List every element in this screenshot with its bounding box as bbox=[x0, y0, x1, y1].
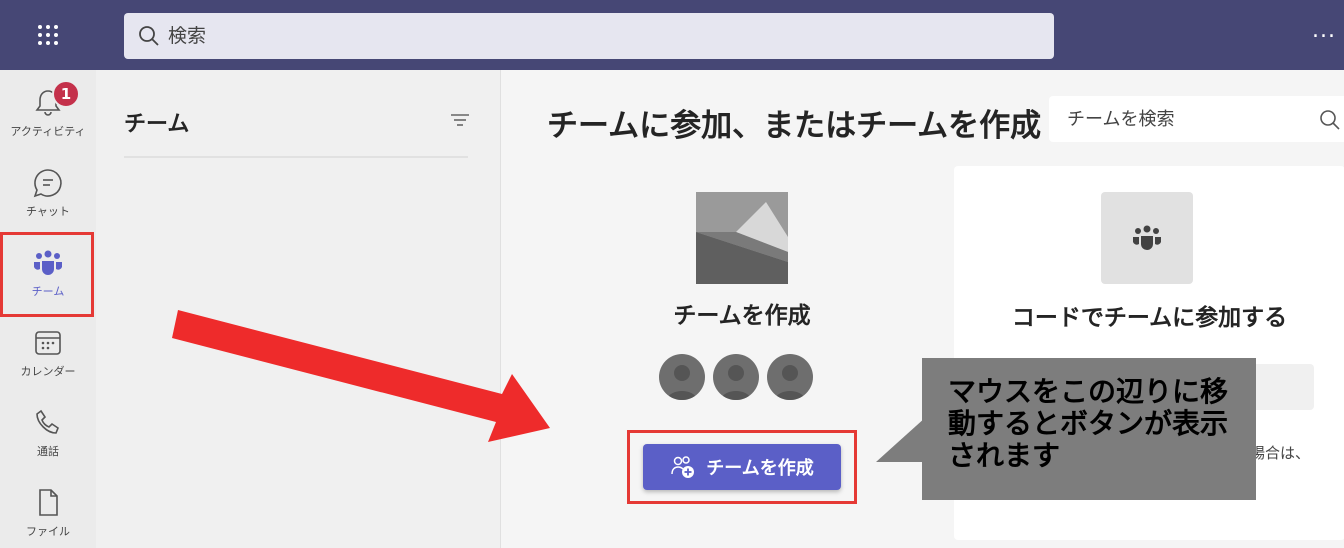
teams-panel-title: チーム bbox=[124, 112, 190, 137]
app-launcher-button[interactable] bbox=[0, 0, 96, 70]
filter-icon[interactable] bbox=[448, 110, 472, 130]
join-with-code-label: コードでチームに参加する bbox=[1011, 305, 1288, 331]
rail-item-chat[interactable]: チャット bbox=[0, 154, 96, 232]
rail-item-label: 通話 bbox=[37, 445, 59, 458]
notification-badge: 1 bbox=[52, 80, 80, 108]
annotation-arrow bbox=[172, 310, 550, 442]
join-team-thumbnail bbox=[1101, 192, 1193, 284]
avatar bbox=[767, 354, 813, 400]
rail-item-files[interactable]: ファイル bbox=[0, 474, 96, 548]
callout-text: マウスをこの辺りに移動するとボタンが表示されます bbox=[948, 375, 1229, 472]
team-search[interactable] bbox=[1049, 96, 1344, 142]
rail-item-label: チャット bbox=[26, 205, 70, 218]
placeholder-image-icon bbox=[696, 192, 788, 284]
calendar-icon bbox=[35, 331, 61, 355]
create-team-label: チームを作成 bbox=[673, 303, 811, 329]
global-search[interactable] bbox=[124, 13, 1054, 59]
team-thumbnail-image bbox=[696, 192, 788, 284]
global-search-input[interactable] bbox=[168, 25, 768, 47]
rail-item-activity[interactable]: 1 アクティビティ bbox=[0, 74, 96, 152]
file-icon bbox=[39, 489, 58, 516]
search-icon[interactable] bbox=[1319, 109, 1341, 131]
rail-item-label: ファイル bbox=[26, 525, 70, 538]
team-search-input[interactable] bbox=[1067, 108, 1307, 130]
member-avatars bbox=[659, 354, 829, 402]
person-icon bbox=[775, 365, 805, 400]
person-icon bbox=[721, 365, 751, 400]
chat-icon bbox=[33, 169, 62, 198]
annotation-callout: マウスをこの辺りに移動するとボタンが表示されます bbox=[876, 358, 1256, 500]
divider bbox=[124, 156, 468, 158]
rail-item-label: カレンダー bbox=[20, 365, 76, 378]
top-bar: ... bbox=[0, 0, 1344, 70]
page-title: チームに参加、またはチームを作成 bbox=[547, 108, 1042, 144]
waffle-icon bbox=[38, 25, 58, 45]
rail-item-label: アクティビティ bbox=[10, 125, 86, 138]
rail-item-calendar[interactable]: カレンダー bbox=[0, 314, 96, 392]
more-options-button[interactable]: ... bbox=[1312, 18, 1336, 43]
phone-icon bbox=[36, 409, 59, 434]
person-icon bbox=[667, 365, 697, 400]
rail-item-calls[interactable]: 通話 bbox=[0, 394, 96, 472]
avatar bbox=[713, 354, 759, 400]
avatar bbox=[659, 354, 705, 400]
search-icon bbox=[139, 26, 159, 46]
highlight-box-create-button bbox=[627, 430, 857, 504]
join-hint-text: 場合は、 bbox=[1250, 444, 1311, 462]
teams-icon bbox=[1133, 225, 1161, 250]
highlight-box-teams bbox=[0, 232, 94, 317]
